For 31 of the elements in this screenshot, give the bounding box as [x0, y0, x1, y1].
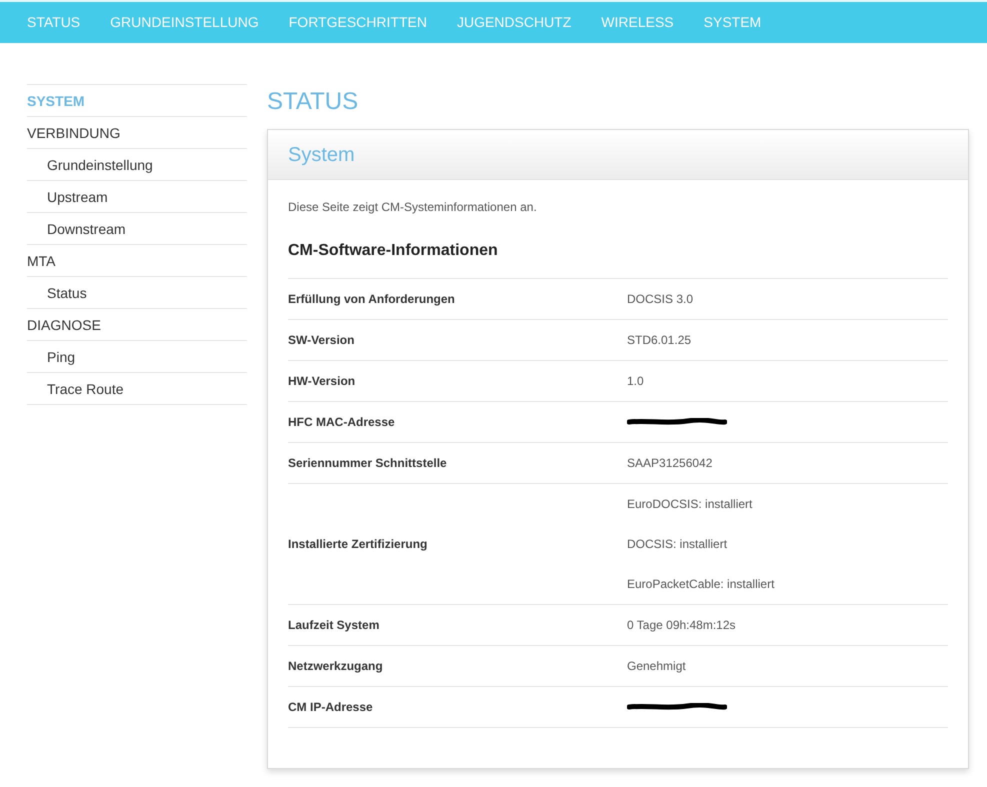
section-title: CM-Software-Informationen — [288, 241, 499, 261]
sidebar-subitem[interactable]: Upstream — [27, 181, 247, 213]
row-value: Genehmigt — [627, 658, 687, 675]
description-text: Diese Seite zeigt CM-Systeminformationen an. — [288, 199, 538, 216]
sidebar-subitem[interactable]: Downstream — [27, 213, 247, 245]
row-value: DOCSIS 3.0 — [627, 291, 694, 308]
sidebar-subitem[interactable]: Status — [27, 277, 247, 309]
row-value: 0 Tage 09h:48m:12s — [627, 617, 737, 634]
row-value: 1.0 — [627, 373, 645, 390]
sidebar-item[interactable]: MTA — [27, 245, 247, 277]
row-label: SW-Version — [288, 332, 356, 349]
row-label: HW-Version — [288, 373, 356, 390]
sidebar-subitem[interactable]: Ping — [27, 341, 247, 373]
row-label: Installierte Zertifizierung — [288, 536, 428, 553]
row-value: EuroPacketCable: installiert — [627, 576, 776, 593]
row-label: CM IP-Adresse — [288, 699, 374, 716]
row-value: STD6.01.25 — [627, 332, 692, 349]
sidebar-subitem[interactable]: Grundeinstellung — [27, 149, 247, 181]
sidebar-item[interactable]: DIAGNOSE — [27, 309, 247, 341]
sidebar-subitem[interactable]: Trace Route — [27, 373, 247, 405]
row-label: Laufzeit System — [288, 617, 380, 634]
page-title: STATUS — [267, 87, 360, 117]
panel-title: System — [288, 142, 355, 168]
sidebar-item[interactable]: VERBINDUNG — [27, 117, 247, 149]
row-value: EuroDOCSIS: installiert — [627, 496, 754, 513]
row-label: Netzwerkzugang — [288, 658, 384, 675]
row-value: SAAP31256042 — [627, 455, 714, 472]
row-label: Erfüllung von Anforderungen — [288, 291, 456, 308]
row-label: Seriennummer Schnittstelle — [288, 455, 448, 472]
row-value: DOCSIS: installiert — [627, 536, 728, 553]
row-label: HFC MAC-Adresse — [288, 414, 396, 431]
